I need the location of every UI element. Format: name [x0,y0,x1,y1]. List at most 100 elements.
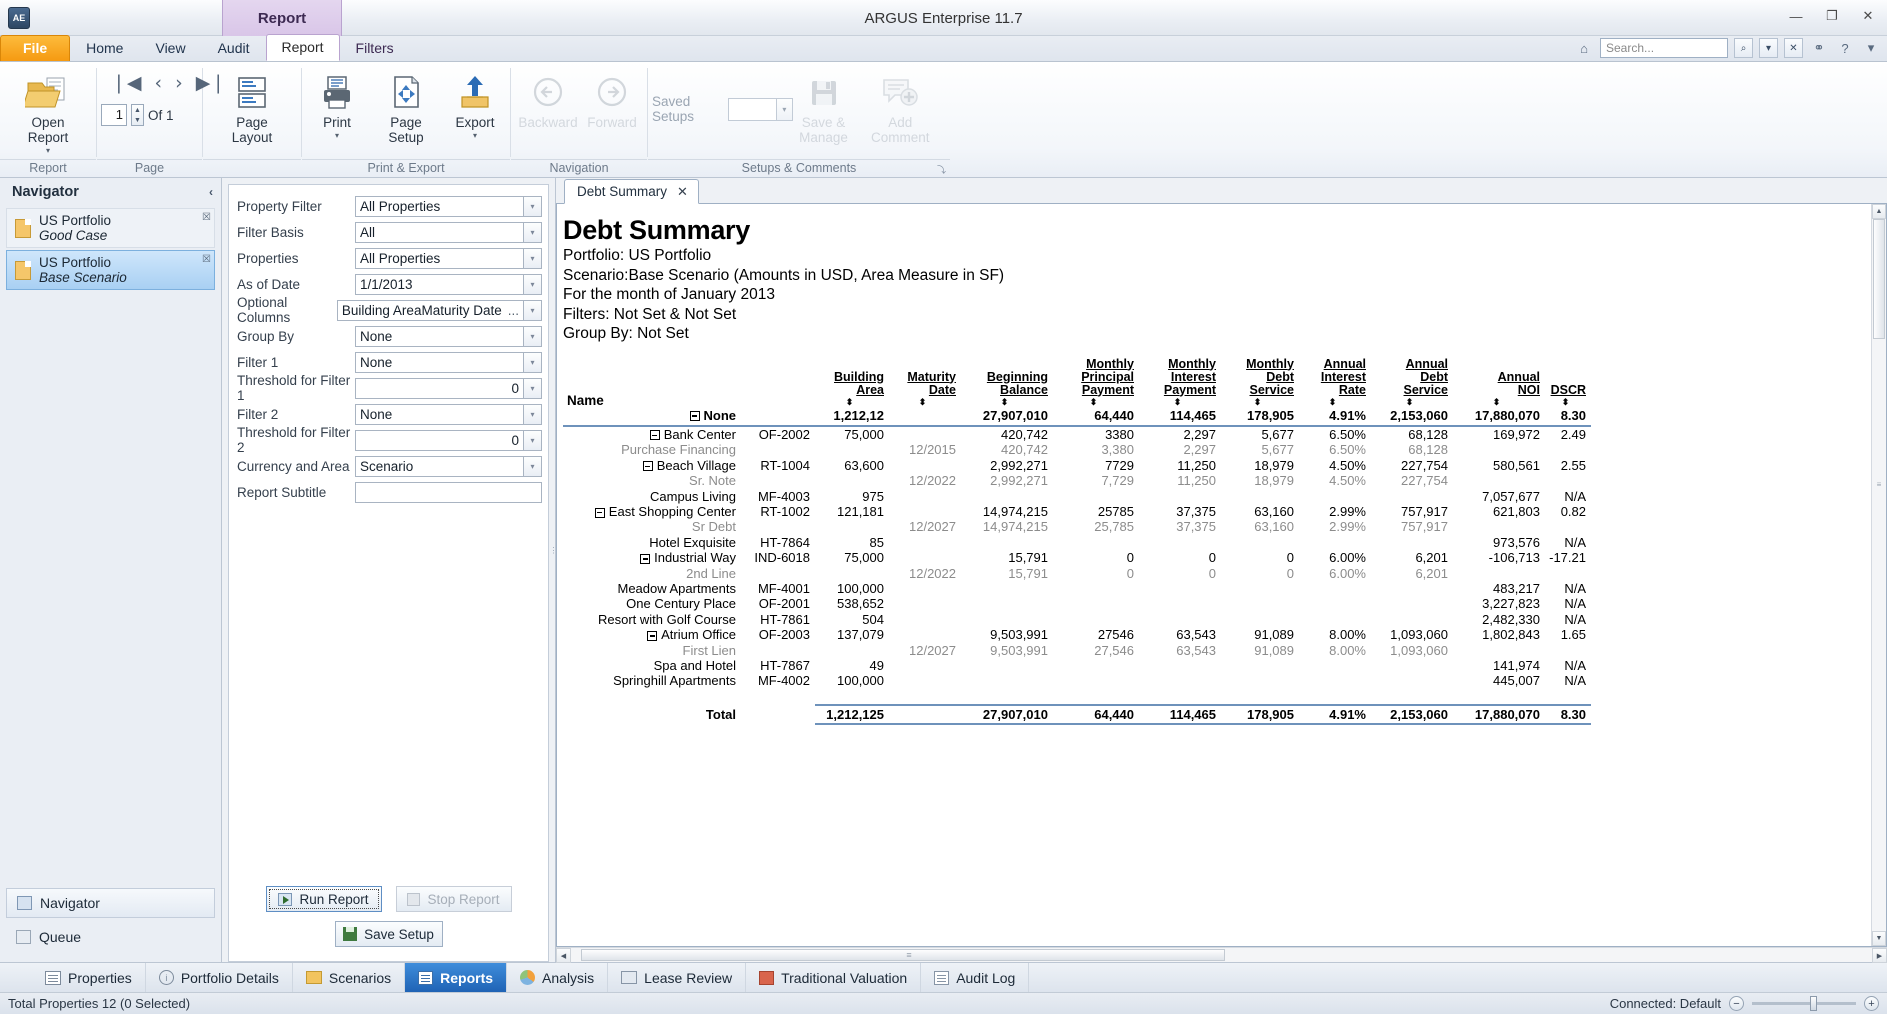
scroll-up-icon[interactable]: ▲ [1872,204,1886,219]
table-row[interactable]: Bank CenterOF-200275,000420,74233802,297… [563,426,1591,442]
param-dropdown-icon[interactable]: ▾ [523,300,542,321]
navigator-item-us-portfolio-good-case[interactable]: US Portfolio Good Case ☒ [6,208,215,248]
table-row[interactable]: Meadow ApartmentsMF-4001100,000483,217N/… [563,581,1591,596]
vertical-scroll-track[interactable]: ≡ [1872,219,1886,931]
sort-indicator-icon[interactable]: ⬍ [1453,398,1540,407]
module-tab-portfolio-details[interactable]: iPortfolio Details [146,963,293,992]
param-input[interactable]: All Properties [355,196,523,217]
table-row[interactable]: East Shopping CenterRT-1002121,18114,974… [563,504,1591,519]
param-input[interactable]: None [355,326,523,347]
navigator-item-us-portfolio-base-scenario[interactable]: US Portfolio Base Scenario ☒ [6,250,215,290]
tab-filters[interactable]: Filters [340,35,410,61]
tab-home[interactable]: Home [70,35,139,61]
param-dropdown-icon[interactable]: ▾ [523,456,542,477]
page-layout-button[interactable]: Page Layout [207,68,297,148]
table-row[interactable]: Sr Debt12/202714,974,21525,78537,37563,1… [563,519,1591,534]
navigator-item-close-icon[interactable]: ☒ [202,254,211,265]
search-icon[interactable]: ⌕ [1734,38,1753,58]
prev-page-icon[interactable]: ‹ [155,72,163,94]
sort-indicator-icon[interactable]: ⬍ [1545,398,1586,407]
page-setup-button[interactable]: Page Setup [368,68,444,148]
scroll-grip-icon[interactable]: ≡ [1873,479,1885,489]
collapse-expander-icon[interactable] [640,554,650,564]
module-tab-scenarios[interactable]: Scenarios [293,963,405,992]
help-icon[interactable]: ? [1835,38,1855,58]
next-page-icon[interactable]: › [175,72,183,94]
column-header-beginning_balance[interactable]: BeginningBalance⬍ [961,358,1053,408]
scroll-right-icon[interactable]: ▶ [1872,948,1887,963]
sort-indicator-icon[interactable]: ⬍ [815,398,884,407]
page-spinner[interactable]: ▲ ▼ [131,104,144,126]
param-dropdown-icon[interactable]: ▾ [523,378,542,399]
search-dropdown-icon[interactable]: ▾ [1759,38,1778,58]
saved-setups-input[interactable] [728,98,777,121]
horizontal-scroll-thumb[interactable]: ≡ [581,949,1225,961]
param-input[interactable]: Scenario [355,456,523,477]
param-input[interactable]: 0 [355,378,523,399]
param-input[interactable]: 1/1/2013 [355,274,523,295]
scroll-down-icon[interactable]: ▼ [1872,931,1886,946]
zoom-slider-thumb[interactable] [1810,996,1817,1011]
table-row[interactable]: Campus LivingMF-40039757,057,677N/A [563,489,1591,504]
sort-indicator-icon[interactable]: ⬍ [1139,398,1216,407]
table-row[interactable]: Beach VillageRT-100463,6002,992,27177291… [563,458,1591,473]
zoom-in-icon[interactable]: + [1864,996,1879,1011]
spinner-down-icon[interactable]: ▼ [132,115,143,125]
table-row[interactable]: Springhill ApartmentsMF-4002100,000445,0… [563,673,1591,688]
add-comment-button[interactable]: Add Comment [855,68,946,148]
navigator-footer-navigator[interactable]: Navigator [6,888,215,918]
collapse-expander-icon[interactable] [647,631,657,641]
param-input[interactable]: Building AreaMaturity Date... [337,300,523,321]
minimize-icon[interactable]: — [1783,5,1809,27]
sort-indicator-icon[interactable]: ⬍ [889,398,956,407]
table-row[interactable]: None1,212,1227,907,01064,440114,465178,9… [563,408,1591,423]
zoom-out-icon[interactable]: − [1729,996,1744,1011]
table-row[interactable]: First Lien12/20279,503,99127,54663,54391… [563,643,1591,658]
report-tab-debt-summary[interactable]: Debt Summary ✕ [564,179,699,204]
param-dropdown-icon[interactable]: ▾ [523,352,542,373]
param-input[interactable]: All Properties [355,248,523,269]
stop-report-button[interactable]: Stop Report [396,886,512,912]
chevron-down-icon[interactable]: ▾ [335,132,339,139]
column-header-code[interactable] [741,358,815,408]
link-icon[interactable]: ⚭ [1809,38,1829,58]
home-icon[interactable]: ⌂ [1574,38,1594,58]
param-input[interactable]: All [355,222,523,243]
horizontal-scroll-track[interactable]: ≡ [571,948,1872,962]
column-header-monthly_principal_payment[interactable]: MonthlyPrincipalPayment⬍ [1053,358,1139,408]
maximize-icon[interactable]: ❐ [1819,5,1845,27]
collapse-expander-icon[interactable] [650,430,660,440]
scroll-left-icon[interactable]: ◀ [556,948,571,963]
tab-report[interactable]: Report [266,34,340,61]
zoom-slider[interactable] [1752,1002,1856,1005]
collapse-expander-icon[interactable] [643,461,653,471]
vertical-scroll-thumb[interactable] [1873,219,1885,339]
param-more-icon[interactable]: ... [502,303,519,318]
tab-file[interactable]: File [0,35,70,61]
column-header-annual_debt_service[interactable]: AnnualDebtService⬍ [1371,358,1453,408]
table-row[interactable]: One Century PlaceOF-2001538,6523,227,823… [563,596,1591,611]
search-input[interactable]: Search... [1600,38,1728,58]
module-tab-reports[interactable]: Reports [405,963,507,992]
dialog-launcher-icon[interactable]: ⤵ [937,163,946,176]
saved-setups-dropdown-icon[interactable]: ▾ [777,98,792,121]
table-row[interactable]: Purchase Financing12/2015420,7423,3802,2… [563,442,1591,457]
collapse-expander-icon[interactable] [595,508,605,518]
column-header-monthly_debt_service[interactable]: MonthlyDebtService⬍ [1221,358,1299,408]
module-tab-traditional-valuation[interactable]: Traditional Valuation [746,963,921,992]
column-header-annual_interest_rate[interactable]: AnnualInterestRate⬍ [1299,358,1371,408]
open-report-button[interactable]: Open Report ▾ [4,68,92,157]
module-tab-analysis[interactable]: Analysis [507,963,608,992]
spinner-up-icon[interactable]: ▲ [132,105,143,115]
table-row[interactable]: Sr. Note12/20222,992,2717,72911,25018,97… [563,473,1591,488]
navigator-footer-queue[interactable]: Queue [6,922,215,952]
param-dropdown-icon[interactable]: ▾ [523,430,542,451]
table-row[interactable]: Spa and HotelHT-786749141,974N/A [563,658,1591,673]
report-horizontal-scrollbar[interactable]: ◀ ≡ ▶ [556,947,1887,962]
chevron-down-icon[interactable]: ▾ [46,147,50,154]
param-dropdown-icon[interactable]: ▾ [523,222,542,243]
report-vertical-scrollbar[interactable]: ▲ ≡ ▼ [1871,204,1886,946]
collapse-expander-icon[interactable] [690,411,700,421]
param-input[interactable]: 0 [355,430,523,451]
table-row[interactable]: Atrium OfficeOF-2003137,0799,503,9912754… [563,627,1591,642]
